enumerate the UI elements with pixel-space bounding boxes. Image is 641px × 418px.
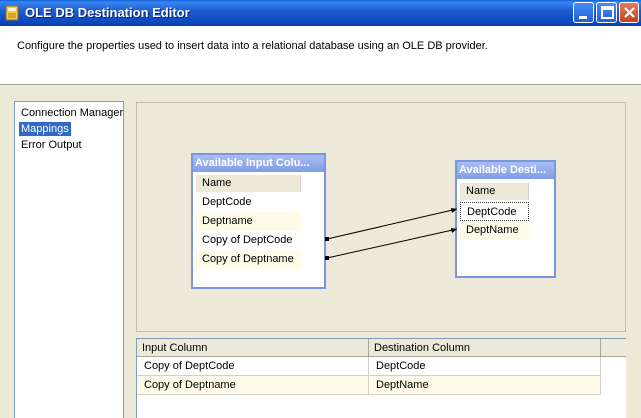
maximize-button[interactable] [596,2,617,23]
window-edge [626,85,641,418]
mapping-line-deptname[interactable] [326,228,458,259]
ssis-package-icon [5,5,19,21]
mapping-line-deptcode[interactable] [326,208,458,240]
header-panel: Configure the properties used to insert … [0,26,641,84]
nav-item-connection-manager[interactable]: Connection Manager [19,106,125,120]
header-divider [0,84,641,85]
grid-cell-input[interactable]: Copy of Deptname [137,376,369,395]
grid-cell-input[interactable]: Copy of DeptCode [137,357,369,376]
minimize-icon [579,16,587,19]
connector-handle [325,237,329,241]
editor-description: Configure the properties used to insert … [17,40,488,52]
grid-header-filler [601,339,627,357]
grid-cell-destination[interactable]: DeptName [369,376,601,395]
maximize-icon [601,6,614,19]
mapping-lines [325,208,458,260]
grid-header-input-column[interactable]: Input Column [137,339,369,357]
close-button[interactable] [619,2,639,23]
page-navigation: Connection Manager Mappings Error Output [14,101,124,418]
close-icon [624,7,635,18]
title-bar: OLE DB Destination Editor [0,0,641,26]
grid-cell-destination[interactable]: DeptCode [369,357,601,376]
mapping-grid[interactable]: Input Column Destination Column Copy of … [136,338,627,418]
minimize-button[interactable] [573,2,594,23]
connector-handle [325,256,329,260]
mapping-canvas[interactable]: Available Input Colu... Name DeptCode De… [136,102,626,332]
window-title: OLE DB Destination Editor [25,5,190,20]
nav-item-mappings[interactable]: Mappings [19,122,71,136]
nav-item-error-output[interactable]: Error Output [19,138,84,152]
grid-header-destination-column[interactable]: Destination Column [369,339,601,357]
